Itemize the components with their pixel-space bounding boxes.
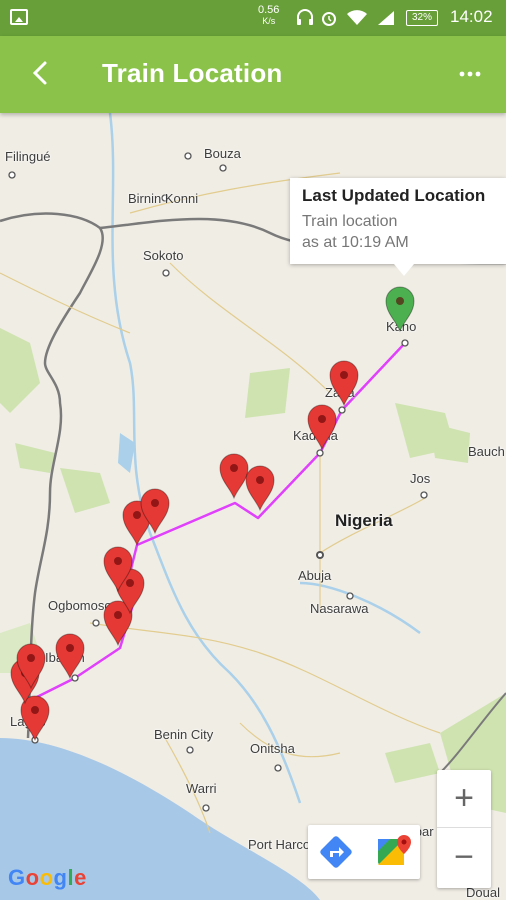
map-view[interactable]: Filingué Bouza Birnin Konni Sokoto Kano … xyxy=(0,113,506,900)
app-bar: Train Location xyxy=(0,36,506,113)
network-speed-unit: K/s xyxy=(262,16,276,26)
train-marker[interactable] xyxy=(245,465,275,511)
directions-icon[interactable] xyxy=(308,825,364,879)
battery-indicator: 32% xyxy=(406,10,438,26)
gallery-notification-icon xyxy=(10,9,28,25)
clock: 14:02 xyxy=(450,7,493,26)
alarm-icon xyxy=(322,12,336,26)
train-marker[interactable] xyxy=(307,404,337,450)
wifi-icon xyxy=(347,10,367,25)
more-options-icon[interactable] xyxy=(458,62,482,86)
signal-icon xyxy=(378,11,394,25)
headset-icon xyxy=(297,9,313,25)
info-window-title: Last Updated Location xyxy=(302,186,486,205)
back-arrow-icon[interactable] xyxy=(28,60,54,86)
google-logo: Google xyxy=(8,865,87,890)
page-title: Train Location xyxy=(102,58,283,88)
zoom-controls: + − xyxy=(437,770,491,888)
train-marker[interactable] xyxy=(219,453,249,499)
google-maps-icon[interactable] xyxy=(364,825,420,879)
map-toolbar xyxy=(308,825,420,879)
network-speed-value: 0.56 xyxy=(258,4,280,16)
train-marker[interactable] xyxy=(55,633,85,679)
network-speed: 0.56 K/s xyxy=(258,5,279,27)
current-location-marker[interactable] xyxy=(385,286,415,332)
info-window-line1: Train location xyxy=(302,213,398,230)
info-window-line2: as at 10:19 AM xyxy=(302,234,409,251)
info-window[interactable]: Last Updated Location Train location as … xyxy=(290,178,506,276)
status-bar: 0.56 K/s 32% 14:02 xyxy=(0,0,506,36)
zoom-out-button[interactable]: − xyxy=(437,829,491,887)
train-marker[interactable] xyxy=(329,360,359,406)
history-markers[interactable] xyxy=(10,360,359,741)
zoom-in-button[interactable]: + xyxy=(437,770,491,828)
